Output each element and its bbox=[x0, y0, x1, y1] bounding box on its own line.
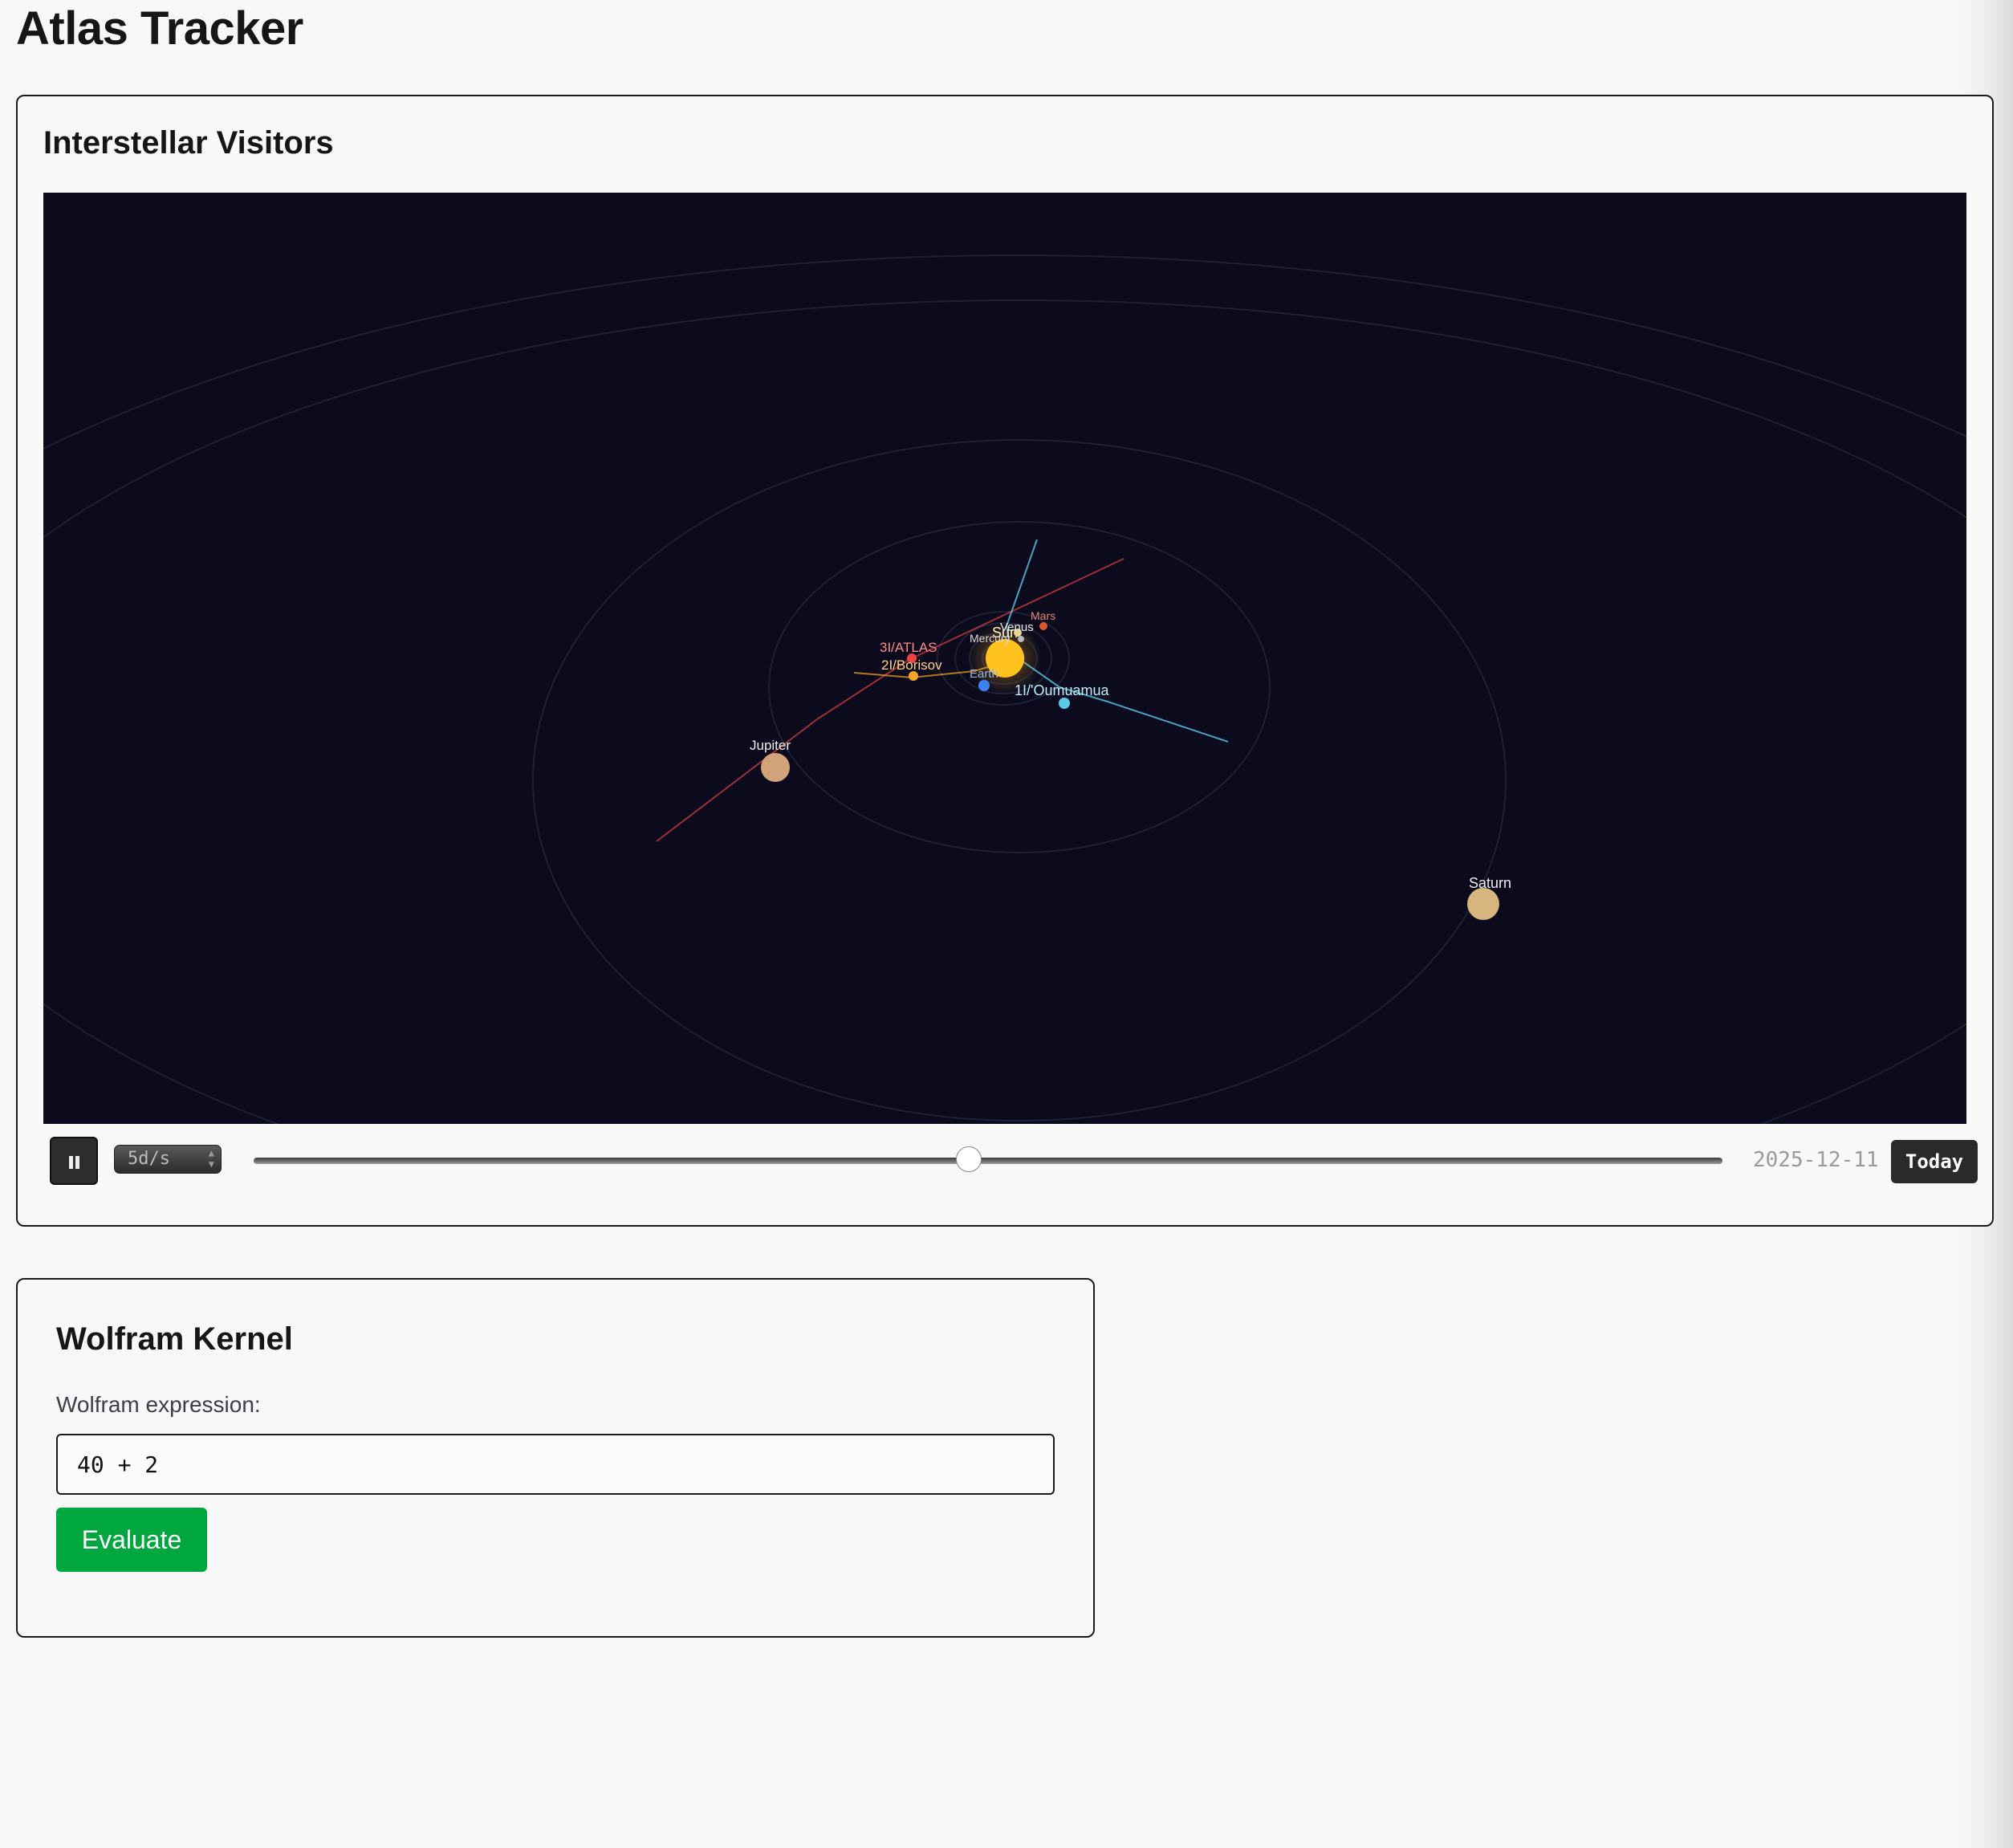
speed-select[interactable]: 5d/s ▲ ▼ bbox=[114, 1145, 222, 1174]
select-arrows-icon: ▲ ▼ bbox=[208, 1147, 214, 1170]
object-1i-oumuamua[interactable] bbox=[1059, 698, 1070, 709]
panel-title: Interstellar Visitors bbox=[43, 125, 334, 161]
panel-title: Wolfram Kernel bbox=[56, 1321, 293, 1357]
label-2i-borisov: 2I/Borisov bbox=[881, 657, 942, 673]
planet-mercury[interactable] bbox=[1018, 636, 1024, 642]
label-3i-atlas: 3I/ATLAS bbox=[880, 640, 937, 655]
expression-label: Wolfram expression: bbox=[56, 1392, 261, 1417]
label-saturn: Saturn bbox=[1469, 875, 1511, 891]
label-jupiter: Jupiter bbox=[750, 738, 791, 753]
current-date: 2025-12-11 bbox=[1753, 1148, 1879, 1172]
label-mars: Mars bbox=[1031, 609, 1055, 622]
page-title: Atlas Tracker bbox=[16, 2, 303, 55]
trajectory-3i-atlas bbox=[656, 558, 1124, 842]
evaluate-button[interactable]: Evaluate bbox=[56, 1508, 207, 1572]
playback-controls: 5d/s ▲ ▼ 2025-12-11 Today bbox=[50, 1137, 1978, 1188]
speed-value: 5d/s bbox=[128, 1149, 170, 1169]
orbit-jupiter bbox=[43, 299, 1966, 1124]
timeline-slider[interactable] bbox=[254, 1158, 1722, 1164]
pause-icon bbox=[69, 1156, 73, 1169]
planet-saturn[interactable] bbox=[1467, 888, 1499, 920]
pause-icon-bar bbox=[75, 1156, 79, 1169]
planet-jupiter[interactable] bbox=[761, 753, 790, 782]
expression-input[interactable] bbox=[56, 1434, 1055, 1495]
solar-system-view[interactable]: Sun Mercury Venus Earth Mars Jupiter Sat… bbox=[43, 193, 1966, 1124]
pause-button[interactable] bbox=[50, 1137, 98, 1185]
solar-system-canvas[interactable]: Sun Mercury Venus Earth Mars Jupiter Sat… bbox=[43, 193, 1966, 1124]
interstellar-visitors-panel: Interstellar Visitors Sun Mercury Venus … bbox=[16, 95, 1994, 1227]
label-1i-oumuamua: 1I/'Oumuamua bbox=[1015, 682, 1109, 698]
label-earth: Earth bbox=[970, 667, 998, 681]
orbit-outer bbox=[532, 439, 1507, 1121]
today-button[interactable]: Today bbox=[1891, 1140, 1978, 1183]
timeline-slider-thumb[interactable] bbox=[956, 1146, 982, 1172]
label-venus: Venus bbox=[1000, 621, 1034, 634]
planet-earth[interactable] bbox=[978, 680, 990, 691]
wolfram-kernel-panel: Wolfram Kernel Wolfram expression: Evalu… bbox=[16, 1278, 1095, 1638]
planet-mars[interactable] bbox=[1039, 622, 1047, 630]
